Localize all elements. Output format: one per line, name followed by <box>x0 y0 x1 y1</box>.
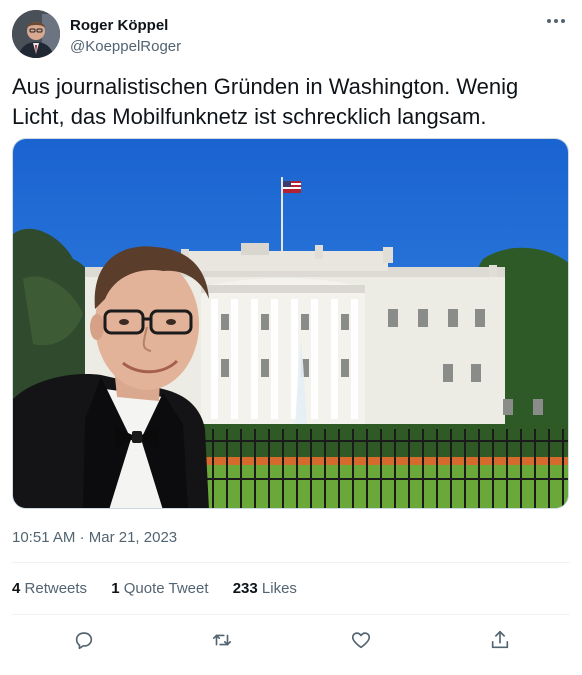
heart-icon[interactable] <box>347 626 375 654</box>
retweets-stat[interactable]: 4 Retweets <box>12 578 87 600</box>
more-horizontal-icon[interactable] <box>544 12 568 32</box>
share-icon[interactable] <box>486 626 514 654</box>
reply-icon[interactable] <box>70 626 98 654</box>
tweet-card: Roger Köppel @KoeppelRoger Aus journalis… <box>0 0 582 675</box>
quotes-stat[interactable]: 1 Quote Tweet <box>111 578 208 600</box>
timestamp-separator: · <box>79 529 85 546</box>
avatar[interactable] <box>12 10 60 58</box>
tweet-time: 10:51 AM <box>12 529 76 546</box>
retweets-label: Retweets <box>24 580 88 597</box>
display-name[interactable]: Roger Köppel <box>70 16 181 35</box>
quotes-label: Quote Tweet <box>123 580 209 597</box>
tweet-stats: 4 Retweets 1 Quote Tweet 233 Likes <box>12 578 317 600</box>
tweet-photo[interactable] <box>12 138 569 509</box>
divider <box>12 614 570 615</box>
quotes-count: 1 <box>111 580 120 597</box>
user-handle[interactable]: @KoeppelRoger <box>70 37 181 56</box>
divider <box>12 562 570 563</box>
retweets-count: 4 <box>12 580 21 597</box>
likes-stat[interactable]: 233 Likes <box>233 578 297 600</box>
tweet-header: Roger Köppel @KoeppelRoger <box>12 10 570 60</box>
tweet-text: Aus journalistischen Gründen in Washingt… <box>12 74 519 129</box>
retweet-icon[interactable] <box>208 626 236 654</box>
tweet-date: Mar 21, 2023 <box>88 529 178 546</box>
tweet-actions <box>12 622 570 658</box>
likes-count: 233 <box>232 580 258 597</box>
tweet-timestamp[interactable]: 10:51 AM · Mar 21, 2023 <box>12 528 177 548</box>
user-names: Roger Köppel @KoeppelRoger <box>70 16 181 56</box>
likes-label: Likes <box>261 580 297 597</box>
